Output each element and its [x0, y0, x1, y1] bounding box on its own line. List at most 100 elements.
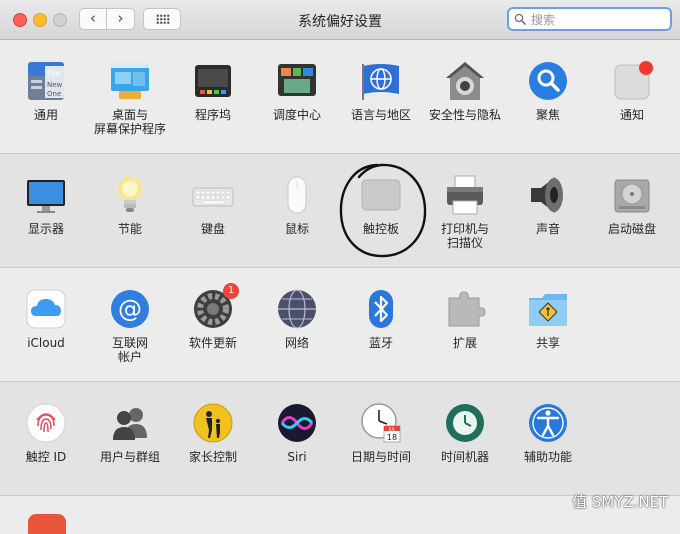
- pref-label: 触控 ID: [25, 450, 67, 464]
- title-bar: ‹ › 系统偏好设置: [0, 0, 680, 40]
- pref-accessibility[interactable]: 辅助功能: [506, 402, 590, 464]
- pref-dock[interactable]: 程序坞: [171, 60, 255, 122]
- pref-touch-id[interactable]: 触控 ID: [4, 402, 88, 464]
- at-sign-icon: @: [109, 288, 151, 330]
- pref-label: 家长控制: [188, 450, 237, 464]
- pref-label: 安全性与隐私: [428, 108, 501, 122]
- show-all-button[interactable]: [143, 8, 181, 30]
- back-button[interactable]: ‹: [79, 8, 107, 30]
- pref-language-region[interactable]: 语言与地区: [339, 60, 423, 122]
- pref-network[interactable]: 网络: [255, 288, 339, 350]
- svg-text:New: New: [47, 81, 63, 89]
- speaker-icon: [527, 174, 569, 216]
- pref-desktop-screensaver[interactable]: 桌面与 屏幕保护程序: [88, 60, 172, 136]
- display-icon: [25, 174, 67, 216]
- partial-pane-icon[interactable]: [28, 514, 66, 534]
- mouse-icon: [276, 174, 318, 216]
- keyboard-icon: [192, 174, 234, 216]
- svg-text:One: One: [47, 90, 61, 98]
- svg-text:File: File: [47, 69, 60, 78]
- pref-label: 聚焦: [535, 108, 560, 122]
- network-globe-icon: [276, 288, 318, 330]
- pref-label: 启动磁盘: [607, 222, 656, 236]
- svg-text:@: @: [118, 295, 142, 323]
- pref-label: 通用: [33, 108, 58, 122]
- dock-icon: [192, 60, 234, 102]
- window-title: 系统偏好设置: [298, 14, 382, 30]
- forward-button[interactable]: ›: [107, 8, 135, 30]
- hand-drawn-circle-annotation: [339, 163, 427, 258]
- update-count-badge: 1: [223, 283, 239, 299]
- pref-label: 辅助功能: [523, 450, 572, 464]
- pref-label: 桌面与 屏幕保护程序: [93, 108, 166, 136]
- spotlight-icon: [527, 60, 569, 102]
- pref-sound[interactable]: 声音: [506, 174, 590, 236]
- house-lock-icon: [444, 60, 486, 102]
- pref-security-privacy[interactable]: 安全性与隐私: [423, 60, 507, 122]
- pref-icloud[interactable]: iCloud: [4, 288, 88, 350]
- pref-label: 扩展: [452, 336, 477, 350]
- pref-internet-accounts[interactable]: @ 互联网 帐户: [88, 288, 172, 364]
- chevron-right-icon: ›: [117, 9, 124, 27]
- time-machine-icon: [444, 402, 486, 444]
- pref-software-update[interactable]: 1 软件更新: [171, 283, 255, 350]
- pref-spotlight[interactable]: 聚焦: [506, 60, 590, 122]
- pref-keyboard[interactable]: 键盘: [171, 174, 255, 236]
- pref-energy-saver[interactable]: 节能: [88, 174, 172, 236]
- pref-users-groups[interactable]: 用户与群组: [88, 402, 172, 464]
- search-input[interactable]: [529, 10, 668, 30]
- pref-mission-control[interactable]: 调度中心: [255, 60, 339, 122]
- pref-general[interactable]: File New One 通用: [4, 60, 88, 122]
- svg-text:18: 18: [387, 433, 397, 442]
- bluetooth-icon: [360, 288, 402, 330]
- zoom-window-button[interactable]: [53, 13, 67, 27]
- notifications-icon: [611, 60, 653, 102]
- sharing-folder-icon: [527, 288, 569, 330]
- pref-label: 日期与时间: [350, 450, 411, 464]
- hard-drive-icon: [611, 174, 653, 216]
- pref-label: 语言与地区: [350, 108, 411, 122]
- pref-label: 显示器: [27, 222, 64, 236]
- pref-printers-scanners[interactable]: 打印机与 扫描仪: [423, 174, 507, 250]
- icloud-icon: [25, 288, 67, 330]
- search-field[interactable]: [507, 7, 672, 31]
- pref-displays[interactable]: 显示器: [4, 174, 88, 236]
- pref-startup-disk[interactable]: 启动磁盘: [590, 174, 674, 236]
- pref-label: 软件更新: [188, 336, 237, 350]
- siri-icon: [276, 402, 318, 444]
- pref-extensions[interactable]: 扩展: [423, 288, 507, 350]
- pref-label: 打印机与 扫描仪: [440, 222, 489, 250]
- fingerprint-icon: [25, 402, 67, 444]
- general-icon: File New One: [25, 60, 67, 102]
- pref-label: 蓝牙: [368, 336, 393, 350]
- pref-siri[interactable]: Siri: [255, 402, 339, 464]
- pref-label: 共享: [535, 336, 560, 350]
- pref-label: 用户与群组: [99, 450, 160, 464]
- watermark: 值 SMYZ.NET: [572, 493, 669, 511]
- pref-label: 键盘: [200, 222, 225, 236]
- printer-icon: [444, 174, 486, 216]
- pref-notifications[interactable]: 通知: [590, 60, 674, 122]
- clock-calendar-icon: JUL 18: [360, 402, 402, 444]
- parental-controls-icon: [192, 402, 234, 444]
- pref-label: 时间机器: [440, 450, 489, 464]
- pref-label: Siri: [287, 450, 307, 464]
- puzzle-piece-icon: [444, 288, 486, 330]
- pref-label: 通知: [619, 108, 644, 122]
- pref-bluetooth[interactable]: 蓝牙: [339, 288, 423, 350]
- pref-mouse[interactable]: 鼠标: [255, 174, 339, 236]
- pref-label: 网络: [284, 336, 309, 350]
- pref-sharing[interactable]: 共享: [506, 288, 590, 350]
- grid-icon: [156, 14, 170, 24]
- pref-date-time[interactable]: JUL 18 日期与时间: [339, 402, 423, 464]
- pref-label: 调度中心: [272, 108, 321, 122]
- pref-label: 程序坞: [194, 108, 231, 122]
- pref-label: 互联网 帐户: [111, 336, 148, 364]
- close-window-button[interactable]: [13, 13, 27, 27]
- pref-parental-controls[interactable]: 家长控制: [171, 402, 255, 464]
- pref-time-machine[interactable]: 时间机器: [423, 402, 507, 464]
- search-icon: [514, 13, 526, 25]
- svg-text:JUL: JUL: [388, 427, 396, 432]
- minimize-window-button[interactable]: [33, 13, 47, 27]
- accessibility-icon: [527, 402, 569, 444]
